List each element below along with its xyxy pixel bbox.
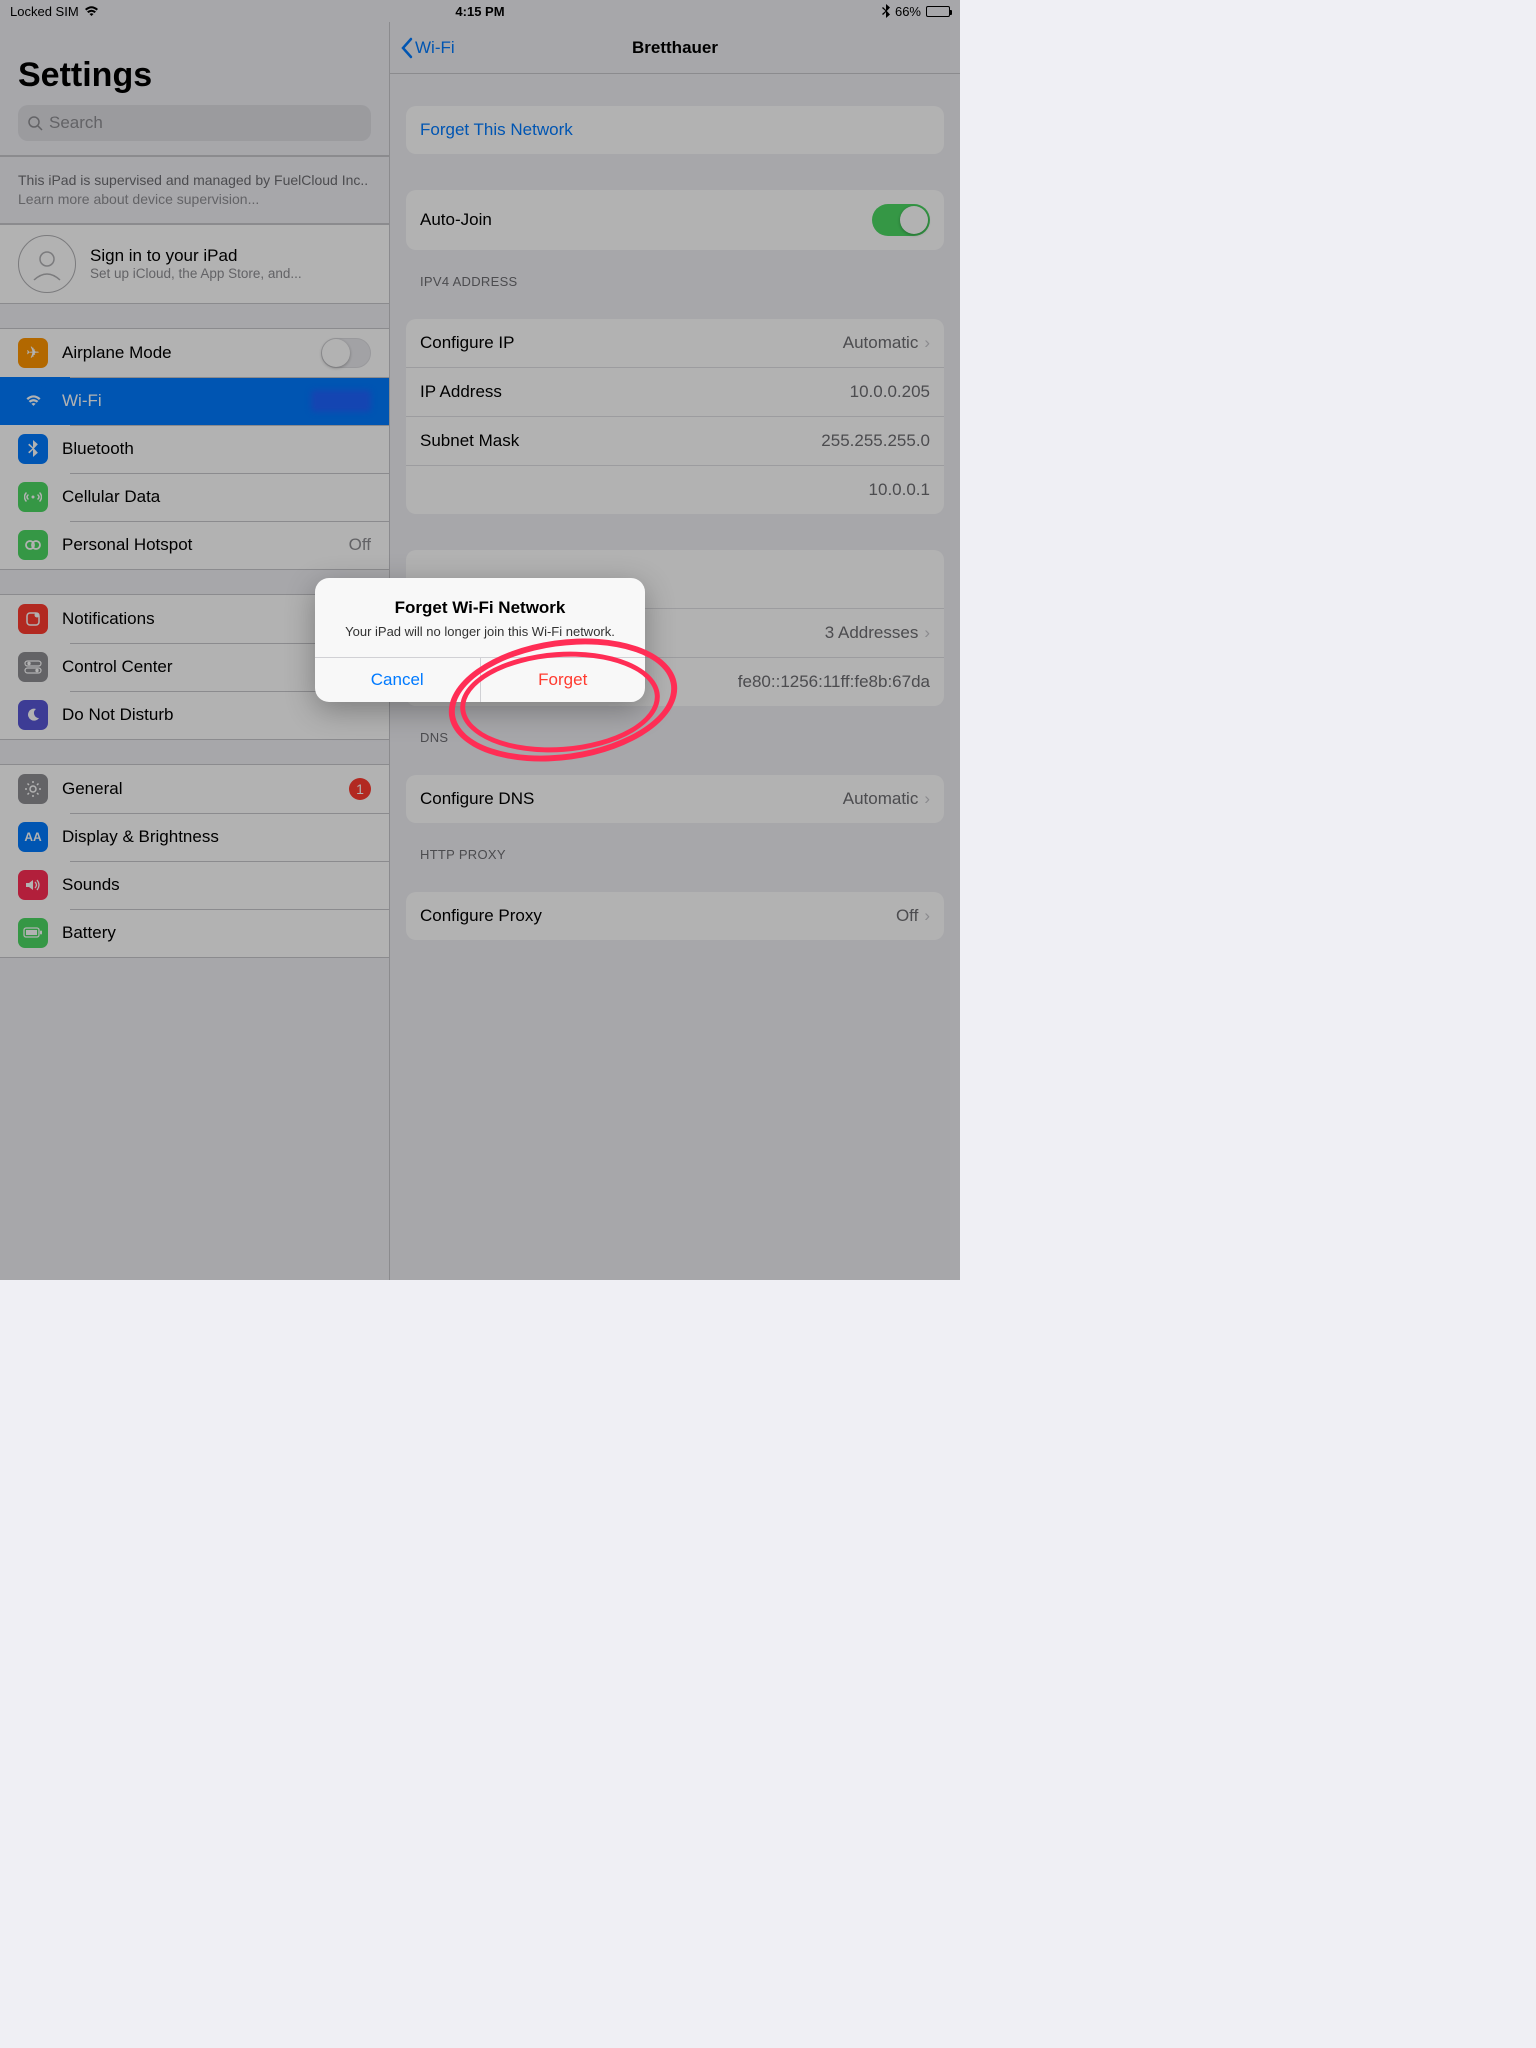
forget-wifi-alert: Forget Wi-Fi Network Your iPad will no l… [315, 578, 645, 702]
alert-message: Your iPad will no longer join this Wi-Fi… [335, 624, 625, 639]
cancel-button[interactable]: Cancel [315, 658, 480, 702]
alert-title: Forget Wi-Fi Network [335, 598, 625, 618]
forget-button[interactable]: Forget [480, 658, 646, 702]
